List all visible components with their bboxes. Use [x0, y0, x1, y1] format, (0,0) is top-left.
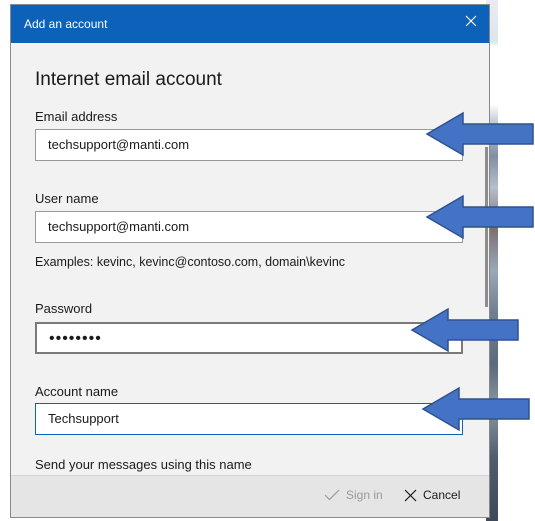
annotation-arrow-username	[425, 194, 534, 240]
sign-in-label: Sign in	[346, 488, 383, 502]
title-bar: Add an account	[11, 5, 489, 43]
dialog-footer: Sign in Cancel	[11, 475, 489, 517]
account-name-field[interactable]: Techsupport	[35, 403, 463, 435]
annotation-arrow-account-name	[421, 386, 530, 432]
username-label: User name	[35, 191, 99, 206]
page-title: Internet email account	[35, 69, 222, 90]
cancel-button[interactable]: Cancel	[404, 488, 460, 502]
background-margin	[498, 0, 535, 521]
add-account-dialog: Add an account Internet email account Em…	[10, 4, 490, 518]
sign-in-button[interactable]: Sign in	[324, 488, 383, 502]
password-label: Password	[35, 301, 93, 316]
email-label: Email address	[35, 109, 118, 124]
send-name-label: Send your messages using this name	[35, 457, 252, 472]
password-field[interactable]: ••••••••	[35, 322, 463, 354]
username-field[interactable]: techsupport@manti.com	[35, 211, 463, 243]
cancel-label: Cancel	[423, 488, 461, 502]
checkmark-icon	[324, 489, 340, 501]
close-icon	[404, 489, 417, 502]
username-hint: Examples: kevinc, kevinc@contoso.com, do…	[35, 255, 346, 269]
annotation-arrow-password	[410, 307, 519, 353]
email-field[interactable]: techsupport@manti.com	[35, 129, 463, 161]
dialog-content: Internet email account Email address tec…	[11, 43, 489, 511]
close-icon[interactable]	[465, 13, 477, 33]
annotation-arrow-email	[425, 111, 534, 157]
window-title: Add an account	[24, 17, 108, 31]
account-name-label: Account name	[35, 384, 119, 399]
